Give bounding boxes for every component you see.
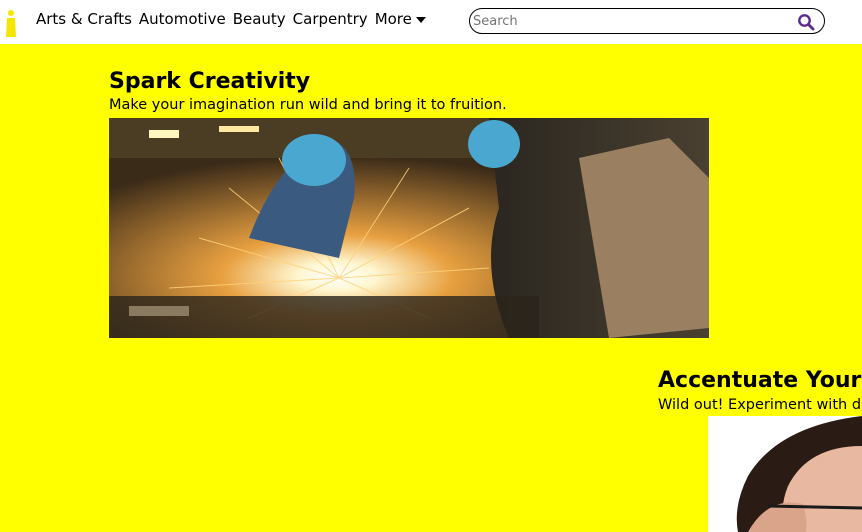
promo-title: Spark Creativity: [109, 69, 311, 94]
promo-subtitle: Wild out! Experiment with dif: [658, 397, 862, 413]
promo-title: Accentuate Your V: [658, 368, 862, 393]
caret-down-icon: [415, 16, 426, 23]
nav-item-beauty[interactable]: Beauty: [233, 10, 286, 28]
more-label: More: [374, 10, 412, 28]
logo-icon[interactable]: [4, 9, 18, 37]
promo-spark-creativity: Spark Creativity Make your imagination r…: [109, 68, 709, 114]
search-box: [469, 8, 825, 34]
top-navigation-bar: Arts & Crafts Automotive Beauty Carpentr…: [0, 0, 862, 44]
woman-glasses-photo[interactable]: [708, 416, 862, 532]
welding-photo[interactable]: [109, 118, 709, 338]
search-input[interactable]: [473, 12, 783, 30]
promo-accentuate: Accentuate Your V Wild out! Experiment w…: [658, 366, 862, 414]
nav-item-arts-crafts[interactable]: Arts & Crafts: [36, 10, 132, 28]
promo-subtitle: Make your imagination run wild and bring…: [109, 97, 507, 113]
more-dropdown[interactable]: More: [375, 10, 426, 28]
nav-item-automotive[interactable]: Automotive: [139, 10, 226, 28]
category-nav: Arts & Crafts Automotive Beauty Carpentr…: [36, 10, 426, 28]
search-icon[interactable]: [797, 13, 815, 31]
nav-item-carpentry[interactable]: Carpentry: [293, 10, 368, 28]
